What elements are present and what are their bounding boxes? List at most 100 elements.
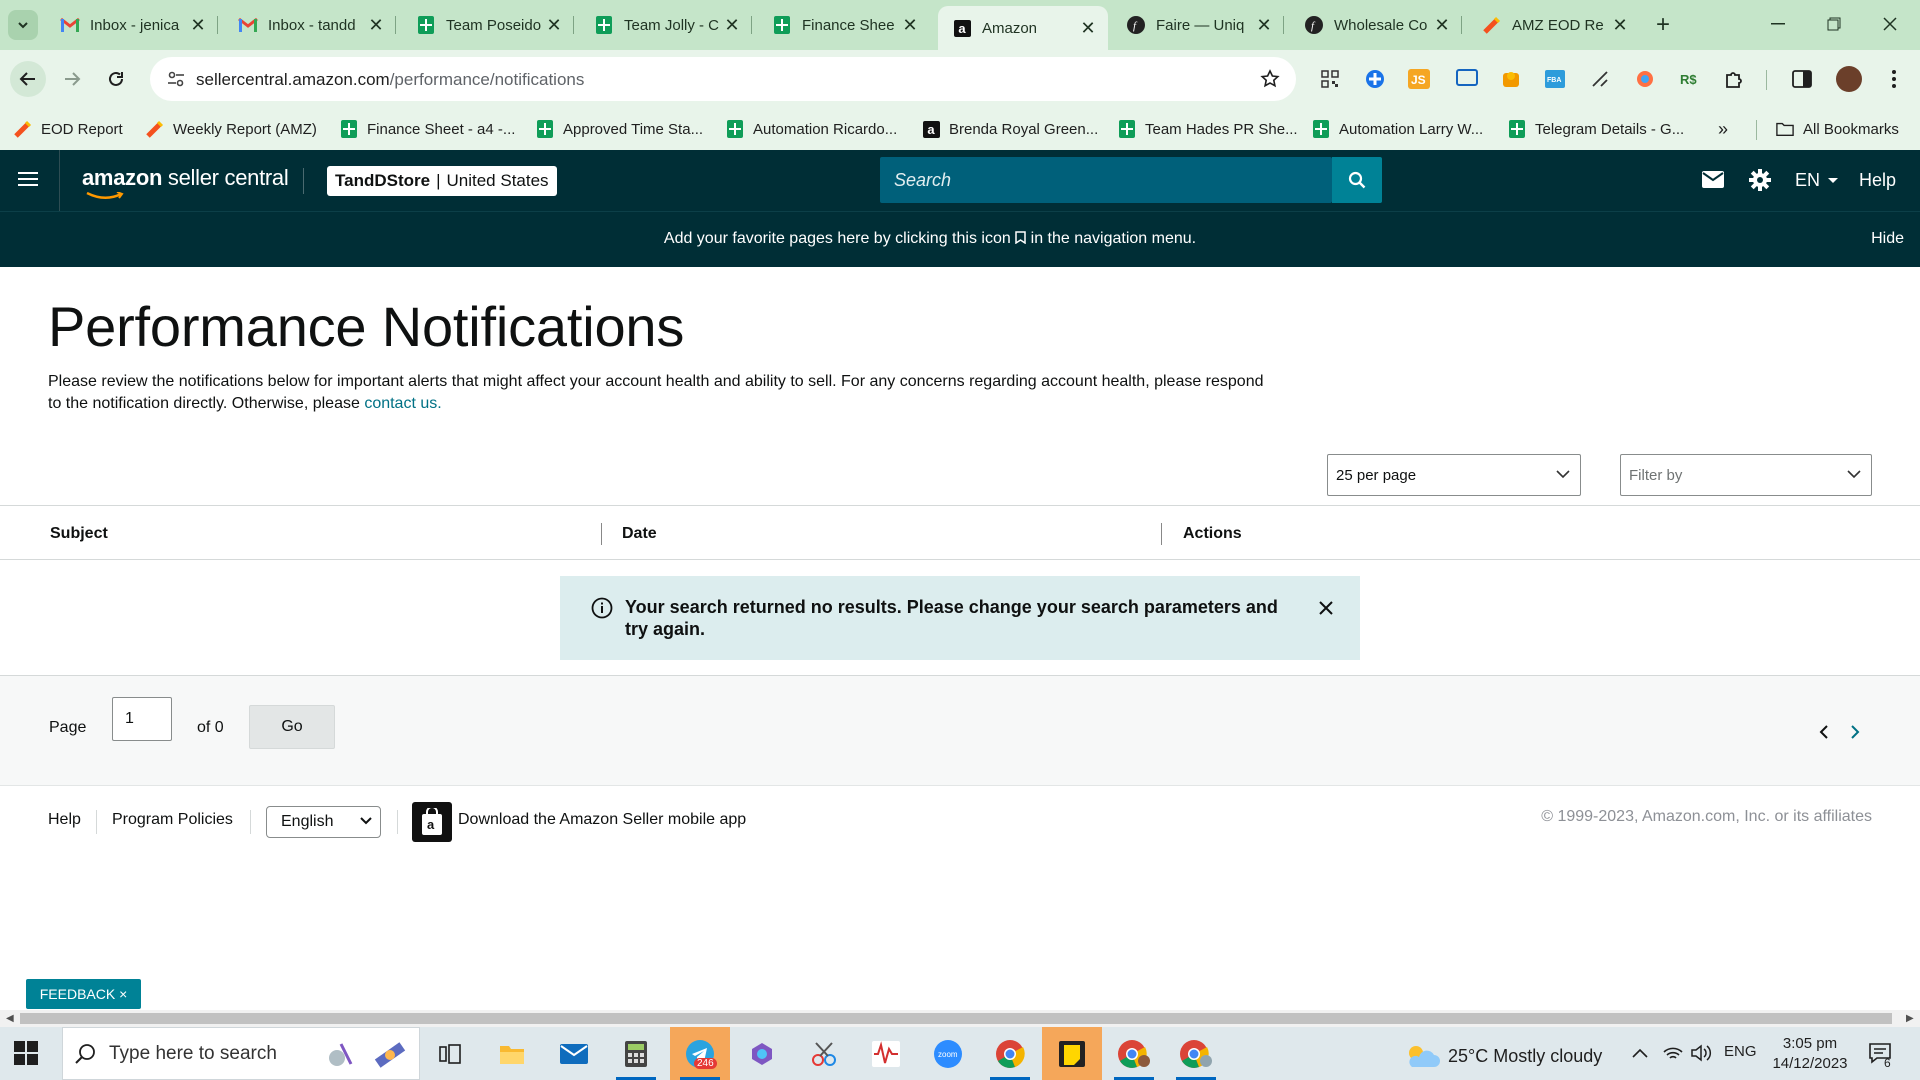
fba-calculator-extension-icon[interactable]: FBA xyxy=(1543,67,1567,91)
bookmark-finance-sheet[interactable]: Finance Sheet - a4 -... xyxy=(340,119,515,139)
search-button[interactable] xyxy=(1332,157,1382,203)
close-tab-icon[interactable]: ✕ xyxy=(366,15,386,35)
bookmark-eod-report[interactable]: EOD Report xyxy=(14,119,123,139)
mail-icon[interactable] xyxy=(1702,171,1724,188)
column-subject[interactable]: Subject xyxy=(50,525,108,543)
extensions-puzzle-icon[interactable] xyxy=(1722,67,1746,91)
close-tab-icon[interactable]: ✕ xyxy=(1254,15,1274,35)
download-app-link[interactable]: Download the Amazon Seller mobile app xyxy=(458,811,746,829)
column-actions[interactable]: Actions xyxy=(1183,525,1242,543)
tab-amazon[interactable]: a Amazon ✕ xyxy=(938,6,1108,50)
footer-language-select[interactable]: English xyxy=(266,806,381,838)
voice-recorder-icon[interactable] xyxy=(856,1027,916,1080)
tab-faire[interactable]: f Faire — Uniq ✕ xyxy=(1112,8,1284,42)
close-icon[interactable] xyxy=(1318,600,1334,616)
seller-search-input[interactable] xyxy=(880,157,1332,203)
gear-icon[interactable] xyxy=(1749,169,1771,191)
column-date[interactable]: Date xyxy=(622,525,657,543)
pen-tool-extension-icon[interactable] xyxy=(1588,67,1612,91)
game-extension-icon[interactable] xyxy=(1363,67,1387,91)
tab-wholesale[interactable]: f Wholesale Co ✕ xyxy=(1290,8,1462,42)
close-tab-icon[interactable]: ✕ xyxy=(1078,18,1098,38)
mail-app-icon[interactable] xyxy=(544,1027,604,1080)
color-picker-extension-icon[interactable] xyxy=(1633,67,1657,91)
scroll-left-icon[interactable]: ◀ xyxy=(6,1013,14,1024)
site-settings-icon[interactable] xyxy=(164,67,188,91)
bookmark-telegram-details[interactable]: Telegram Details - G... xyxy=(1508,119,1684,139)
wifi-icon[interactable] xyxy=(1662,1044,1684,1062)
side-panel-icon[interactable] xyxy=(1790,67,1814,91)
qr-code-extension-icon[interactable] xyxy=(1318,67,1342,91)
sticky-notes-icon[interactable] xyxy=(1042,1027,1102,1080)
all-bookmarks-button[interactable]: All Bookmarks xyxy=(1776,119,1899,139)
hamburger-menu-icon[interactable] xyxy=(18,170,40,188)
tab-team-poseidon[interactable]: Team Poseido ✕ xyxy=(402,8,574,42)
tab-search-button[interactable] xyxy=(8,10,38,40)
restore-button[interactable] xyxy=(1806,0,1862,48)
more-bookmarks-chevron-icon[interactable]: » xyxy=(1718,119,1728,139)
go-button[interactable]: Go xyxy=(249,705,335,749)
tab-team-jolly[interactable]: Team Jolly - C ✕ xyxy=(580,8,752,42)
windows-start-icon[interactable] xyxy=(14,1041,38,1065)
chevron-right-icon[interactable] xyxy=(1850,724,1860,740)
store-selector[interactable]: TandDStore | United States xyxy=(327,166,557,196)
bookmark-automation-larry[interactable]: Automation Larry W... xyxy=(1312,119,1483,139)
close-tab-icon[interactable]: ✕ xyxy=(544,15,564,35)
close-tab-icon[interactable]: ✕ xyxy=(1610,15,1630,35)
screen-capture-extension-icon[interactable] xyxy=(1455,67,1479,91)
bookmark-automation-ricardo[interactable]: Automation Ricardo... xyxy=(726,119,897,139)
hide-banner-link[interactable]: Hide xyxy=(1871,230,1904,248)
tab-amz-eod[interactable]: AMZ EOD Re ✕ xyxy=(1468,8,1640,42)
scroll-right-icon[interactable]: ▶ xyxy=(1906,1013,1914,1024)
new-tab-button[interactable]: + xyxy=(1648,10,1678,40)
revseller-extension-icon[interactable]: R$ xyxy=(1677,67,1701,91)
chrome-profile-2-icon[interactable] xyxy=(1166,1027,1226,1080)
chrome-profile-icon[interactable] xyxy=(1104,1027,1164,1080)
per-page-select[interactable]: 25 per page xyxy=(1327,454,1581,496)
speaker-icon[interactable] xyxy=(1690,1043,1712,1063)
contact-us-link[interactable]: contact us. xyxy=(364,395,441,412)
copilot-icon[interactable] xyxy=(732,1027,792,1080)
profile-avatar[interactable] xyxy=(1836,66,1862,92)
tab-inbox-tandd[interactable]: Inbox - tandd ✕ xyxy=(224,8,396,42)
tab-inbox-jenica[interactable]: Inbox - jenica ✕ xyxy=(46,8,218,42)
zoom-icon[interactable]: zoom xyxy=(918,1027,978,1080)
chevron-up-icon[interactable] xyxy=(1632,1048,1648,1058)
snipping-tool-icon[interactable] xyxy=(794,1027,854,1080)
chrome-icon[interactable] xyxy=(980,1027,1040,1080)
close-tab-icon[interactable]: ✕ xyxy=(722,15,742,35)
seller-central-logo[interactable]: amazon seller central xyxy=(82,165,289,199)
page-number-input[interactable] xyxy=(112,697,172,741)
taskbar-clock[interactable]: 3:05 pm 14/12/2023 xyxy=(1770,1034,1850,1074)
task-view-icon[interactable] xyxy=(420,1027,480,1080)
close-tab-icon[interactable]: ✕ xyxy=(900,15,920,35)
help-link[interactable]: Help xyxy=(1859,170,1896,191)
chevron-left-icon[interactable] xyxy=(1819,724,1829,740)
taskbar-search[interactable]: Type here to search xyxy=(62,1027,420,1080)
amazon-seller-app-icon[interactable]: a xyxy=(412,802,452,842)
address-bar[interactable]: sellercentral.amazon.com/performance/not… xyxy=(150,57,1296,101)
minimize-button[interactable] xyxy=(1750,0,1806,48)
file-explorer-icon[interactable] xyxy=(482,1027,542,1080)
footer-help-link[interactable]: Help xyxy=(48,811,81,829)
bookmark-team-hades[interactable]: Team Hades PR She... xyxy=(1118,119,1298,139)
close-tab-icon[interactable]: ✕ xyxy=(1432,15,1452,35)
bookmark-approved-time[interactable]: Approved Time Sta... xyxy=(536,119,703,139)
telegram-icon[interactable] xyxy=(670,1027,730,1080)
reload-button[interactable] xyxy=(98,61,134,97)
bookmark-star-icon[interactable] xyxy=(1260,69,1280,89)
browser-menu-icon[interactable] xyxy=(1882,67,1906,91)
bookmark-brenda-royal[interactable]: a Brenda Royal Green... xyxy=(922,119,1098,139)
feedback-button[interactable]: FEEDBACK × xyxy=(26,979,141,1009)
close-window-button[interactable] xyxy=(1862,0,1918,48)
back-button[interactable] xyxy=(10,61,46,97)
tab-finance-sheet[interactable]: Finance Shee ✕ xyxy=(758,8,930,42)
calculator-icon[interactable] xyxy=(606,1027,666,1080)
horizontal-scrollbar[interactable]: ◀ ▶ xyxy=(0,1010,1920,1027)
language-selector[interactable]: EN xyxy=(1795,170,1839,191)
scrollbar-thumb[interactable] xyxy=(20,1013,1892,1024)
filter-by-select[interactable]: Filter by xyxy=(1620,454,1872,496)
honey-extension-icon[interactable] xyxy=(1499,67,1523,91)
javascript-extension-icon[interactable]: JS xyxy=(1407,67,1431,91)
close-tab-icon[interactable]: ✕ xyxy=(188,15,208,35)
